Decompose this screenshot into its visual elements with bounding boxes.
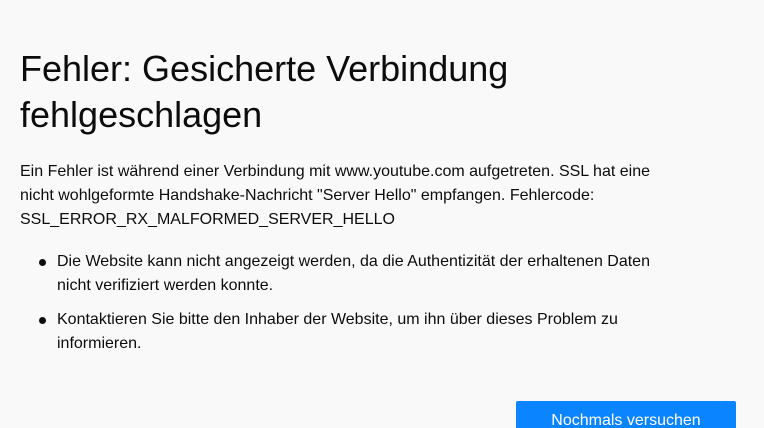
error-title-line1: Fehler: Gesicherte Verbindung [20, 48, 509, 89]
list-item: Die Website kann nicht angezeigt werden,… [20, 250, 740, 298]
error-page: Fehler: Gesicherte Verbindung fehlgeschl… [20, 46, 740, 366]
list-item-line1: Die Website kann nicht angezeigt werden,… [57, 253, 650, 270]
list-item-line2: informieren. [57, 335, 142, 352]
bullet-dot-icon [39, 317, 46, 324]
error-title-line2: fehlgeschlagen [20, 94, 263, 135]
error-description: Ein Fehler ist während einer Verbindung … [20, 160, 740, 232]
list-item: Kontaktieren Sie bitte den Inhaber der W… [20, 308, 740, 356]
error-bullet-list: Die Website kann nicht angezeigt werden,… [20, 250, 740, 356]
error-code: SSL_ERROR_RX_MALFORMED_SERVER_HELLO [20, 211, 395, 228]
error-title: Fehler: Gesicherte Verbindung fehlgeschl… [20, 46, 740, 138]
retry-button[interactable]: Nochmals versuchen [516, 401, 736, 428]
error-description-line2: nicht wohlgeformte Handshake-Nachricht "… [20, 187, 595, 204]
bullet-dot-icon [39, 259, 46, 266]
list-item-line2: nicht verifiziert werden konnte. [57, 277, 274, 294]
error-description-line1: Ein Fehler ist während einer Verbindung … [20, 163, 650, 180]
list-item-line1: Kontaktieren Sie bitte den Inhaber der W… [57, 311, 618, 328]
